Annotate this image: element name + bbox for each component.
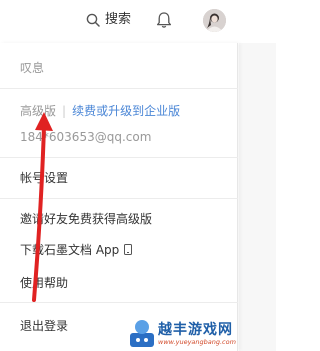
bell-icon[interactable] (156, 11, 172, 29)
username: 叹息 (20, 61, 45, 75)
divider (0, 88, 238, 89)
search-icon (86, 13, 100, 27)
avatar[interactable] (203, 9, 226, 32)
divider (0, 198, 238, 199)
email-address: 184*603653@qq.com (20, 130, 152, 144)
user-dropdown-menu (0, 43, 238, 351)
logout-item[interactable]: 退出登录 (20, 319, 68, 333)
divider (0, 302, 238, 303)
avatar-image (203, 9, 226, 32)
download-app-label: 下载石墨文档 App (20, 243, 120, 257)
help-item[interactable]: 使用帮助 (20, 276, 68, 290)
watermark: 越丰游戏网 www.yueyangbang.com (128, 318, 276, 351)
search-label: 搜索 (105, 12, 132, 27)
plan-level: 高级版 (20, 104, 57, 118)
page-background (239, 43, 276, 351)
plan-separator: | (62, 104, 67, 118)
watermark-title: 越丰游戏网 (158, 322, 233, 338)
watermark-url: www.yueyangbang.com (158, 338, 236, 346)
top-bar: 搜索 (0, 0, 276, 42)
search-button[interactable]: 搜索 (86, 12, 131, 28)
plan-info: 高级版 | 续费或升级到企业版 (20, 104, 180, 118)
invite-friends-item[interactable]: 邀请好友免费获得高级版 (20, 212, 152, 226)
divider (0, 157, 238, 158)
phone-icon (124, 244, 133, 255)
account-settings-item[interactable]: 帐号设置 (20, 171, 68, 185)
download-app-item[interactable]: 下载石墨文档 App (20, 243, 133, 257)
watermark-logo-icon (130, 320, 154, 347)
upgrade-link[interactable]: 续费或升级到企业版 (72, 104, 180, 118)
